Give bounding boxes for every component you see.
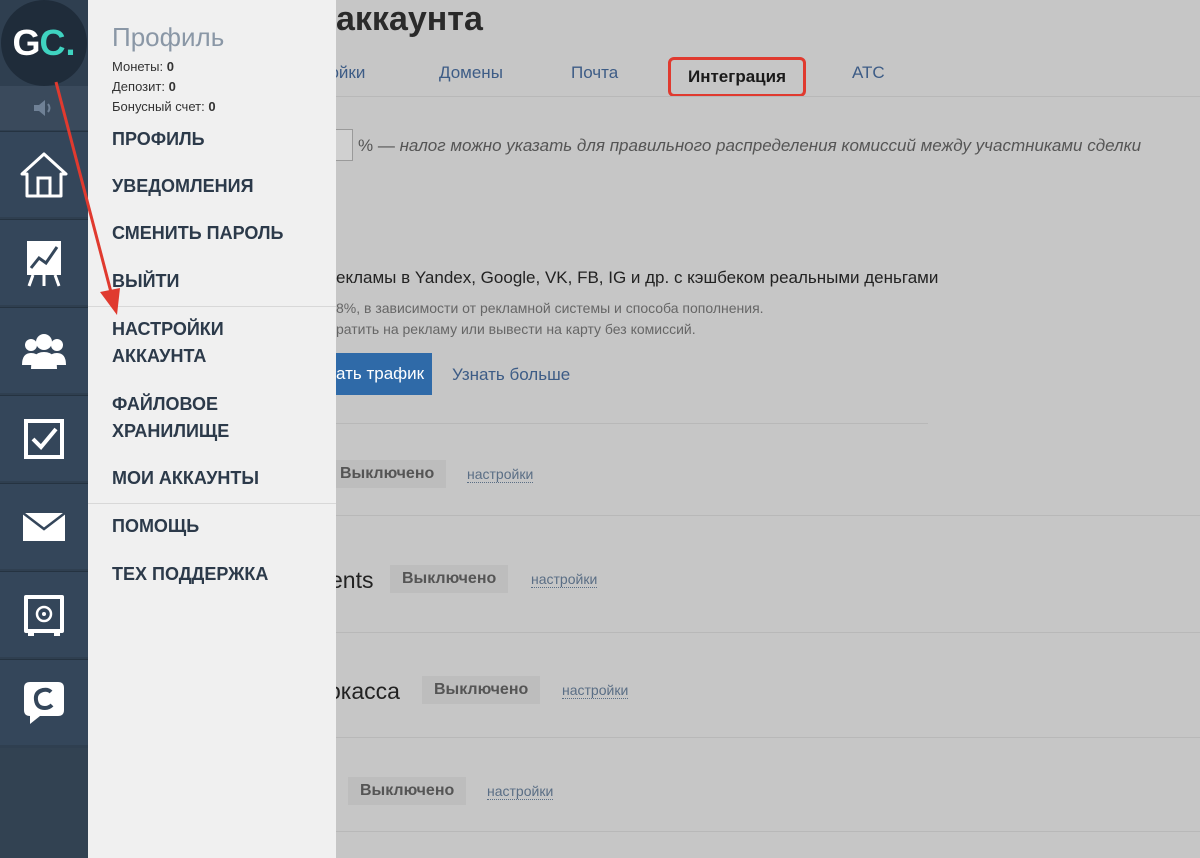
integration-name: ents: [330, 567, 374, 593]
row-divider: [336, 831, 1200, 832]
sidebar-item-tasks[interactable]: [0, 395, 88, 481]
tasks-icon: [24, 418, 64, 459]
tabs-divider: [336, 96, 1200, 97]
settings-link[interactable]: настройки: [467, 466, 534, 483]
stat-label: Депозит:: [112, 79, 165, 94]
sidebar-item-messages[interactable]: [0, 483, 88, 569]
learn-more-link[interactable]: Узнать больше: [452, 365, 570, 385]
sidebar-item-home[interactable]: [0, 131, 88, 217]
page-title: аккаунта: [336, 0, 483, 38]
sidebar-item-reports[interactable]: [0, 219, 88, 305]
menu-item-notifications[interactable]: УВЕДОМЛЕНИЯ: [112, 173, 322, 200]
stat-value: 0: [166, 59, 174, 74]
sidebar-item-files[interactable]: [0, 571, 88, 657]
get-traffic-button[interactable]: ать трафик: [326, 353, 432, 395]
menu-item-help[interactable]: ПОМОЩЬ: [112, 513, 322, 540]
safe-icon: [24, 594, 64, 636]
tax-note: % — налог можно указать для правильного …: [358, 136, 1141, 156]
settings-link[interactable]: настройки: [562, 682, 629, 699]
stat-label: Бонусный счет:: [112, 99, 205, 114]
mail-icon: [22, 511, 66, 541]
tab-ats[interactable]: АТС: [852, 63, 885, 83]
menu-title: Профиль: [112, 22, 225, 52]
left-sidebar: G C.: [0, 0, 88, 858]
row-divider: [336, 737, 1200, 738]
menu-item-support[interactable]: ТЕХ ПОДДЕРЖКА: [112, 561, 322, 588]
menu-item-profile[interactable]: ПРОФИЛЬ: [112, 126, 322, 153]
menu-item-my-accounts[interactable]: МОИ АККАУНТЫ: [112, 465, 322, 492]
menu-divider: [88, 306, 336, 307]
settings-link[interactable]: настройки: [487, 783, 554, 800]
chart-icon: [27, 240, 61, 287]
menu-item-account-settings[interactable]: НАСТРОЙКИ АККАУНТА: [112, 316, 322, 370]
tax-description: налог можно указать для правильного расп…: [399, 136, 1142, 155]
stat-coins: Монеты: 0: [112, 59, 174, 74]
stat-value: 0: [168, 79, 176, 94]
chat-icon: [24, 681, 64, 724]
settings-link[interactable]: настройки: [531, 571, 598, 588]
stat-bonus: Бонусный счет: 0: [112, 99, 216, 114]
sidebar-item-users[interactable]: [0, 307, 88, 393]
stat-value: 0: [208, 99, 216, 114]
tab-integration[interactable]: Интеграция: [668, 57, 806, 97]
stat-deposit: Депозит: 0: [112, 79, 176, 94]
stat-label: Монеты:: [112, 59, 164, 74]
menu-item-logout[interactable]: ВЫЙТИ: [112, 268, 322, 295]
speaker-icon: [34, 100, 51, 116]
sidebar-bottom: [0, 748, 88, 858]
ad-line-2: ратить на рекламу или вывести на карту б…: [336, 321, 696, 337]
row-divider: [336, 515, 1200, 516]
sound-button[interactable]: [0, 86, 88, 130]
logo[interactable]: G C.: [1, 0, 87, 86]
ad-headline: екламы в Yandex, Google, VK, FB, IG и др…: [336, 268, 939, 287]
tab-domains[interactable]: Домены: [439, 63, 503, 83]
status-badge: Выключено: [328, 460, 447, 488]
users-icon: [22, 333, 66, 369]
logo-accent: C.: [39, 22, 76, 63]
integration-name: окасса: [328, 678, 400, 704]
menu-divider: [88, 503, 336, 504]
status-badge: Выключено: [422, 676, 541, 704]
ad-line-1: 8%, в зависимости от рекламной системы и…: [336, 300, 764, 316]
status-badge: Выключено: [390, 565, 509, 593]
row-divider: [336, 423, 928, 424]
tax-suffix: % —: [358, 136, 395, 155]
row-divider: [336, 632, 1200, 633]
menu-item-change-password[interactable]: СМЕНИТЬ ПАРОЛЬ: [112, 220, 322, 247]
logo-main: G: [12, 22, 40, 63]
profile-menu: Профиль Монеты: 0 Депозит: 0 Бонусный сч…: [88, 0, 336, 858]
menu-item-file-storage[interactable]: ФАЙЛОВОЕ ХРАНИЛИЩЕ: [112, 391, 322, 445]
status-badge: Выключено: [348, 777, 467, 805]
home-icon: [20, 152, 68, 197]
tab-mail[interactable]: Почта: [571, 63, 618, 83]
account-settings-page: аккаунта ройки Домены Почта Интеграция А…: [320, 0, 1200, 858]
sidebar-item-chat[interactable]: [0, 659, 88, 745]
